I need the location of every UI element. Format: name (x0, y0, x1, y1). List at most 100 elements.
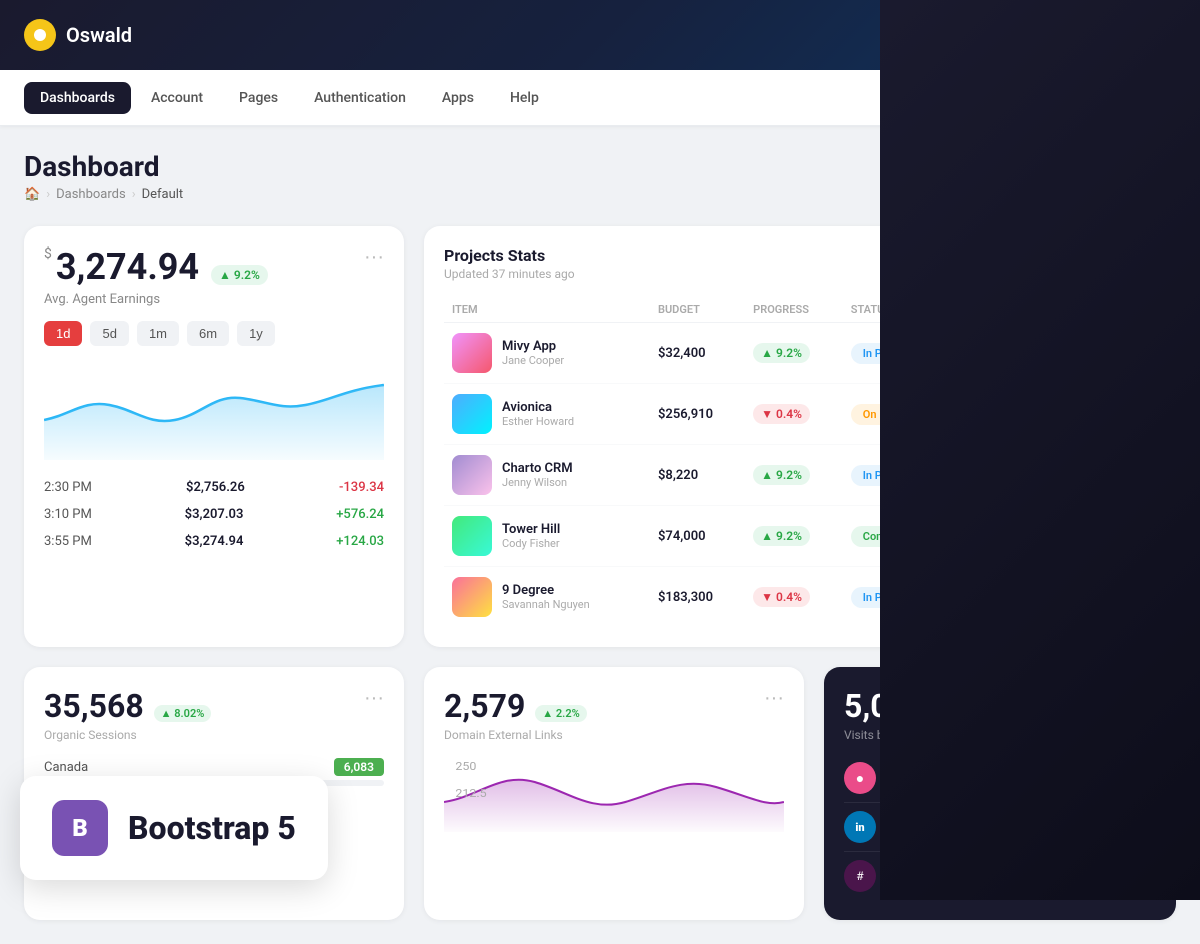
navbar-right: 📷 ⊞ ⋮⋮ + + Invite (892, 18, 1176, 52)
project-progress-5: ▼ 0.4% (745, 567, 843, 628)
project-budget-5: $183,300 (650, 567, 745, 628)
projects-card: Projects Stats Updated 37 minutes ago Hi… (424, 226, 1176, 647)
invite-icon: + (1100, 27, 1108, 43)
time-filter-1m[interactable]: 1m (137, 321, 179, 346)
time-filter-5d[interactable]: 5d (90, 321, 128, 346)
project-progress-1: ▲ 9.2% (745, 323, 843, 384)
dribbble-icon: ● (844, 762, 876, 794)
linkedin-name: Linked In (886, 813, 1043, 828)
social-row-dribbble: ● Dribbble Community 579 ▲ 2.6% (844, 754, 1156, 803)
linkedin-icon: in (844, 811, 876, 843)
view-button-2[interactable]: → (1105, 400, 1133, 428)
header-actions: New Project Reports (968, 150, 1177, 186)
linkedin-change: ▼ 0.4% (1107, 819, 1156, 836)
project-chart-5 (968, 567, 1097, 628)
nav-icon-grid[interactable]: ⊞ (940, 18, 974, 52)
reports-button[interactable]: Reports (1091, 150, 1176, 186)
col-view: VIEW (1097, 297, 1156, 323)
table-row: 9 Degree Savannah Nguyen $183,300 ▼ 0.4%… (444, 567, 1156, 628)
view-button-1[interactable]: → (1105, 339, 1133, 367)
project-view-2: → (1097, 384, 1156, 445)
earnings-chart (44, 360, 384, 460)
project-name-1: Mivy App (502, 339, 564, 354)
tab-help[interactable]: Help (494, 82, 555, 114)
nav-tabs: Dashboards Account Pages Authentication … (24, 82, 555, 114)
view-button-4[interactable]: → (1105, 522, 1133, 550)
time-filter-1y[interactable]: 1y (237, 321, 275, 346)
tab-pages[interactable]: Pages (223, 82, 294, 114)
amount-2: $3,207.03 (185, 507, 244, 522)
social-label: Visits by Social Networks (844, 728, 987, 742)
project-status-2: On Hold (843, 384, 969, 445)
project-view-1: → (1097, 323, 1156, 384)
view-button-3[interactable]: → (1105, 461, 1133, 489)
social-row-linkedin: in Linked In Social Media 1,088 ▼ 0.4% (844, 803, 1156, 852)
search-input[interactable] (1022, 90, 1162, 106)
social-more-button[interactable]: ··· (1136, 687, 1156, 710)
social-rows: ● Dribbble Community 579 ▲ 2.6% in Linke… (844, 754, 1156, 900)
sub-navbar: Dashboards Account Pages Authentication … (0, 70, 1200, 126)
project-chart-1 (968, 323, 1097, 384)
country-value: 6,083 (334, 758, 384, 776)
breadcrumb-current: Default (142, 187, 184, 202)
search-container[interactable]: 🔍 (980, 82, 1176, 113)
tab-dashboards[interactable]: Dashboards (24, 82, 131, 114)
tab-apps[interactable]: Apps (426, 82, 490, 114)
page-header: Dashboard 🏠 › Dashboards › Default New P… (24, 150, 1176, 202)
projects-header: Projects Stats Updated 37 minutes ago Hi… (444, 246, 1156, 281)
country-row: Canada 6,083 (44, 758, 384, 776)
user-avatar[interactable] (1036, 18, 1070, 52)
domain-badge: ▲ 2.2% (535, 705, 586, 722)
country-name: Canada (44, 760, 88, 775)
breadcrumb-sep1: › (46, 187, 50, 202)
linkedin-type: Social Media (886, 828, 1043, 841)
tab-authentication[interactable]: Authentication (298, 82, 422, 114)
domain-more-button[interactable]: ··· (764, 687, 784, 710)
new-project-button[interactable]: New Project (968, 150, 1081, 186)
earnings-label: Avg. Agent Earnings (44, 292, 268, 307)
table-row: Charto CRM Jenny Wilson $8,220 ▲ 9.2% In… (444, 445, 1156, 506)
projects-table: ITEM BUDGET PROGRESS STATUS CHART VIEW M… (444, 297, 1156, 627)
breadcrumb-home: 🏠 (24, 187, 40, 202)
invite-button[interactable]: + + Invite (1084, 19, 1176, 51)
table-row: Tower Hill Cody Fisher $74,000 ▲ 9.2% Co… (444, 506, 1156, 567)
earnings-time-rows: 2:30 PM $2,756.26 -139.34 3:10 PM $3,207… (44, 474, 384, 555)
time-2: 3:10 PM (44, 507, 92, 522)
nav-icon-share[interactable]: ⋮⋮ (988, 18, 1022, 52)
view-button-5[interactable]: → (1105, 583, 1133, 611)
project-progress-3: ▲ 9.2% (745, 445, 843, 506)
project-budget-3: $8,220 (650, 445, 745, 506)
history-button[interactable]: History (1095, 246, 1156, 270)
sessions-more-button[interactable]: ··· (364, 687, 384, 710)
project-budget-4: $74,000 (650, 506, 745, 567)
domain-number: 2,579 (444, 687, 525, 725)
earnings-amount: 3,274.94 (56, 246, 199, 288)
nav-icon-camera[interactable]: 📷 (892, 18, 926, 52)
slack-icon: # (844, 860, 876, 892)
slack-change: ▲ 0.2% (1107, 868, 1156, 885)
brand-name: Oswald (66, 23, 132, 47)
bootstrap-overlay: B Bootstrap 5 (20, 776, 328, 880)
earnings-card: $ 3,274.94 ▲ 9.2% Avg. Agent Earnings ··… (24, 226, 404, 647)
tab-account[interactable]: Account (135, 82, 219, 114)
col-chart: CHART (968, 297, 1097, 323)
breadcrumb-dashboards[interactable]: Dashboards (56, 187, 126, 202)
change-2: +576.24 (336, 507, 384, 522)
change-1: -139.34 (339, 480, 384, 495)
project-person-5: Savannah Nguyen (502, 598, 590, 611)
time-filter-1d[interactable]: 1d (44, 321, 82, 346)
page-title: Dashboard (24, 150, 183, 183)
project-name-2: Avionica (502, 400, 574, 415)
project-item-2: Avionica Esther Howard (444, 384, 650, 445)
col-status: STATUS (843, 297, 969, 323)
time-row-1: 2:30 PM $2,756.26 -139.34 (44, 474, 384, 501)
projects-subtitle: Updated 37 minutes ago (444, 267, 575, 281)
project-item-1: Mivy App Jane Cooper (444, 323, 650, 384)
invite-label: + Invite (1114, 27, 1160, 43)
time-filter-6m[interactable]: 6m (187, 321, 229, 346)
col-item: ITEM (444, 297, 650, 323)
earnings-more-button[interactable]: ··· (364, 246, 384, 269)
social-badge: ▲ 2.2% (935, 705, 986, 722)
dribbble-type: Community (886, 779, 1054, 792)
project-view-4: → (1097, 506, 1156, 567)
